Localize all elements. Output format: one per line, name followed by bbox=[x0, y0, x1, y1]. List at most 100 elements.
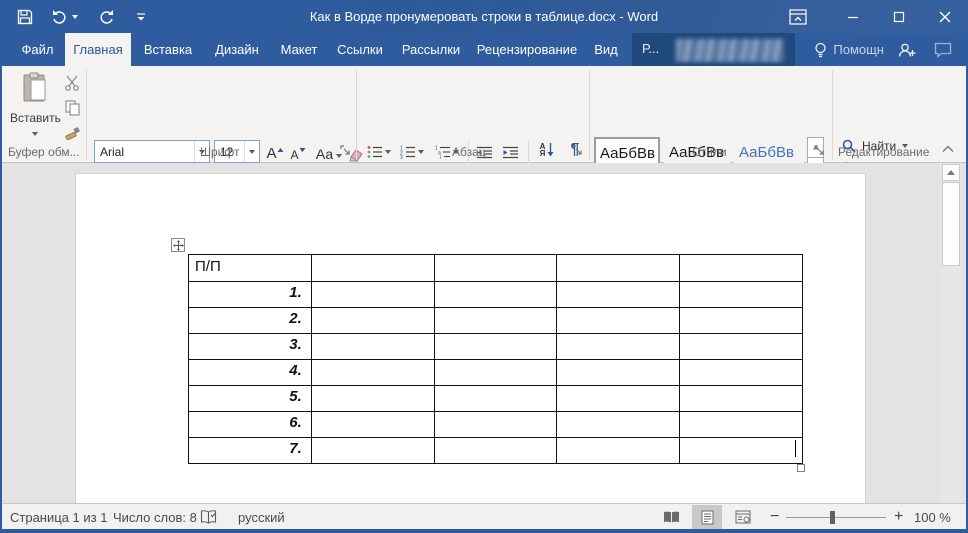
table-cell[interactable] bbox=[557, 386, 680, 412]
undo-button[interactable] bbox=[50, 5, 80, 29]
table-cell[interactable] bbox=[312, 386, 435, 412]
scroll-up-button[interactable] bbox=[942, 164, 960, 181]
bullets-button[interactable] bbox=[364, 140, 394, 164]
bullets-dropdown-icon[interactable] bbox=[385, 150, 391, 154]
page-indicator[interactable]: Страница 1 из 1 bbox=[10, 504, 107, 530]
table-cell[interactable] bbox=[435, 360, 558, 386]
print-layout-button[interactable] bbox=[692, 505, 722, 529]
table-cell[interactable] bbox=[680, 255, 803, 282]
web-layout-button[interactable] bbox=[728, 505, 758, 529]
table-cell[interactable] bbox=[312, 308, 435, 334]
maximize-button[interactable] bbox=[876, 0, 922, 33]
grow-font-button[interactable]: А bbox=[264, 138, 286, 162]
comments-button[interactable] bbox=[934, 42, 952, 58]
numbering-button[interactable]: 123 bbox=[396, 140, 428, 164]
zoom-out-button[interactable]: − bbox=[770, 504, 779, 530]
table-cell[interactable] bbox=[435, 255, 558, 282]
help-button[interactable]: Помощн bbox=[814, 42, 884, 58]
cut-button[interactable] bbox=[62, 74, 82, 92]
table-cell[interactable] bbox=[435, 412, 558, 438]
user-account-label[interactable]: Р... bbox=[642, 41, 659, 56]
table-cell[interactable] bbox=[557, 334, 680, 360]
read-mode-button[interactable] bbox=[656, 505, 686, 529]
scrollbar-thumb[interactable] bbox=[942, 182, 960, 266]
table-cell[interactable]: 7. bbox=[189, 438, 312, 464]
tab-view[interactable]: Вид bbox=[588, 33, 624, 66]
table-cell[interactable] bbox=[680, 360, 803, 386]
table-cell[interactable] bbox=[435, 308, 558, 334]
table-cell[interactable] bbox=[557, 255, 680, 282]
font-name-combobox[interactable]: Arial bbox=[94, 140, 210, 163]
close-button[interactable] bbox=[922, 0, 968, 33]
tab-insert[interactable]: Вставка bbox=[137, 33, 199, 66]
table-cell[interactable] bbox=[435, 438, 558, 464]
increase-indent-button[interactable] bbox=[498, 140, 522, 164]
table-cell[interactable]: 3. bbox=[189, 334, 312, 360]
table-cell[interactable] bbox=[557, 360, 680, 386]
language-indicator[interactable]: русский bbox=[238, 504, 285, 530]
redo-button[interactable] bbox=[94, 5, 116, 29]
format-painter-button[interactable] bbox=[62, 124, 82, 142]
table-cell[interactable]: 6. bbox=[189, 412, 312, 438]
paste-dropdown-icon[interactable] bbox=[32, 132, 38, 136]
table-cell[interactable] bbox=[557, 282, 680, 308]
numbering-dropdown-icon[interactable] bbox=[418, 150, 424, 154]
save-button[interactable] bbox=[14, 5, 36, 29]
collapse-ribbon-button[interactable] bbox=[940, 142, 956, 156]
tab-references[interactable]: Ссылки bbox=[332, 33, 388, 66]
table-cell[interactable] bbox=[680, 386, 803, 412]
styles-dialog-launcher[interactable] bbox=[814, 145, 827, 158]
table-cell[interactable]: 5. bbox=[189, 386, 312, 412]
shrink-font-button[interactable]: А bbox=[288, 138, 308, 162]
table-cell[interactable] bbox=[435, 386, 558, 412]
table-resize-handle[interactable] bbox=[797, 464, 805, 472]
customize-qat-button[interactable] bbox=[130, 5, 152, 29]
table-cell[interactable] bbox=[312, 360, 435, 386]
table-cell[interactable] bbox=[312, 412, 435, 438]
table-cell[interactable] bbox=[312, 282, 435, 308]
vertical-scrollbar[interactable] bbox=[941, 163, 961, 503]
proofing-status[interactable] bbox=[200, 504, 217, 530]
table-cell[interactable] bbox=[312, 438, 435, 464]
table-cell[interactable] bbox=[435, 334, 558, 360]
tab-review[interactable]: Рецензирование bbox=[473, 33, 581, 66]
share-contact-button[interactable] bbox=[898, 42, 916, 58]
document-page[interactable]: П/П1.2.3.4.5.6.7. bbox=[75, 173, 866, 503]
tab-home[interactable]: Главная bbox=[65, 33, 131, 66]
ribbon-display-options-button[interactable] bbox=[778, 0, 818, 33]
tab-mailings[interactable]: Рассылки bbox=[397, 33, 465, 66]
table-cell[interactable]: П/П bbox=[189, 255, 312, 282]
word-window: Как в Ворде пронумеровать строки в табли… bbox=[0, 0, 968, 533]
table-cell[interactable] bbox=[312, 255, 435, 282]
table-cell[interactable] bbox=[680, 282, 803, 308]
table-cell[interactable] bbox=[557, 308, 680, 334]
zoom-slider-thumb[interactable] bbox=[830, 511, 835, 524]
zoom-in-button[interactable]: + bbox=[894, 504, 903, 530]
tab-layout[interactable]: Макет bbox=[274, 33, 324, 66]
table-cell[interactable]: 1. bbox=[189, 282, 312, 308]
minimize-button[interactable] bbox=[830, 0, 876, 33]
zoom-slider-track[interactable] bbox=[786, 517, 886, 518]
font-dialog-launcher[interactable] bbox=[340, 145, 353, 158]
font-size-dropdown-icon[interactable] bbox=[244, 141, 259, 162]
table-cell[interactable] bbox=[680, 412, 803, 438]
paragraph-dialog-launcher[interactable] bbox=[572, 145, 585, 158]
copy-button[interactable] bbox=[62, 99, 82, 117]
zoom-level[interactable]: 100 % bbox=[914, 504, 951, 530]
table-cell[interactable] bbox=[557, 412, 680, 438]
tab-file[interactable]: Файл bbox=[10, 33, 65, 66]
table-cell[interactable] bbox=[680, 308, 803, 334]
table-cell[interactable]: 2. bbox=[189, 308, 312, 334]
table-move-handle[interactable] bbox=[171, 238, 185, 252]
table-cell[interactable] bbox=[312, 334, 435, 360]
table-cell[interactable]: 4. bbox=[189, 360, 312, 386]
table-cell[interactable] bbox=[680, 438, 803, 464]
sort-button[interactable]: А Я bbox=[534, 138, 560, 162]
tab-design[interactable]: Дизайн bbox=[209, 33, 265, 66]
table-cell[interactable] bbox=[680, 334, 803, 360]
word-count[interactable]: Число слов: 8 bbox=[113, 504, 197, 530]
table-cell[interactable] bbox=[557, 438, 680, 464]
undo-dropdown-icon[interactable] bbox=[72, 15, 78, 19]
table-cell[interactable] bbox=[435, 282, 558, 308]
table-row: 2. bbox=[189, 308, 803, 334]
